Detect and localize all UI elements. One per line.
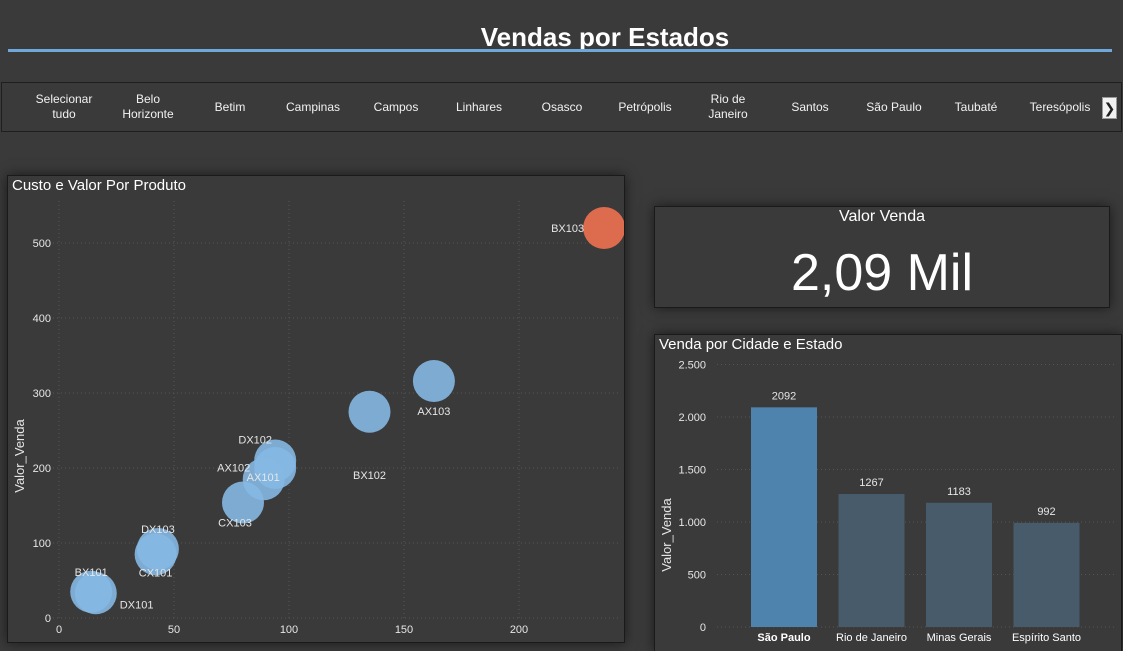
bar-rio-de-janeiro[interactable] — [838, 493, 905, 627]
bar-y-tick: 1.500 — [678, 465, 706, 477]
scatter-x-tick: 0 — [56, 624, 62, 636]
bar-y-tick: 2.500 — [678, 360, 706, 372]
chevron-right-icon[interactable]: ❯ — [1102, 97, 1117, 119]
bar-são-paulo[interactable] — [751, 407, 817, 627]
bar-minas-gerais[interactable] — [926, 502, 992, 627]
slicer-item-santos[interactable]: Santos — [777, 83, 843, 131]
bar-y-tick: 500 — [688, 570, 706, 582]
bar-category-label: Rio de Janeiro — [836, 632, 907, 644]
title-divider — [8, 49, 1112, 52]
scatter-point-label: DX103 — [141, 524, 175, 536]
scatter-x-tick: 50 — [168, 624, 180, 636]
scatter-y-tick: 200 — [33, 463, 51, 475]
bar-y-tick: 2.000 — [678, 412, 706, 424]
scatter-y-tick: 300 — [33, 388, 51, 400]
scatter-y-tick: 500 — [33, 238, 51, 250]
scatter-x-tick: 150 — [395, 624, 413, 636]
scatter-point-ax103[interactable] — [412, 360, 455, 402]
scatter-x-tick: 100 — [280, 624, 298, 636]
scatter-point-bx102[interactable] — [348, 390, 391, 433]
bar-y-tick: 0 — [700, 622, 706, 634]
scatter-point-label: DX102 — [238, 435, 272, 447]
scatter-y-tick: 0 — [45, 613, 51, 625]
bar-category-label: São Paulo — [757, 632, 810, 644]
scatter-y-tick: 400 — [33, 313, 51, 325]
slicer-item-campos[interactable]: Campos — [363, 83, 429, 131]
scatter-point-label: AX101 — [247, 472, 280, 484]
scatter-point-bx103[interactable] — [583, 207, 624, 249]
scatter-point-label: AX103 — [417, 406, 450, 418]
scatter-point-label: CX101 — [139, 567, 173, 579]
bar-data-label: 2092 — [772, 390, 796, 402]
scatter-chart: 0 100 200 300 400 500 0 50 100 150 200 Valor_Venda B… — [12, 201, 624, 636]
slicer-item-linhares[interactable]: Linhares — [445, 83, 513, 131]
slicer-item-belo-horizonte[interactable]: Belo Horizonte — [115, 83, 181, 131]
city-slicer: Selecionar tudo Belo Horizonte Betim Cam… — [1, 82, 1122, 132]
scatter-chart-panel: Custo e Valor Por Produto 0 100 200 300 400 5… — [7, 175, 625, 643]
scatter-y-axis-label: Valor_Venda — [12, 418, 27, 492]
scatter-point-label: AX102 — [217, 462, 250, 474]
bar-y-tick: 1.000 — [678, 517, 706, 529]
bar-data-label: 1267 — [859, 477, 883, 489]
scatter-y-tick: 100 — [33, 538, 51, 550]
bar-data-label: 992 — [1037, 506, 1055, 518]
scatter-point-label: CX103 — [218, 518, 252, 530]
bar-data-label: 1183 — [947, 486, 971, 498]
scatter-point-label: BX103 — [551, 223, 584, 235]
slicer-item-campinas[interactable]: Campinas — [278, 83, 348, 131]
scatter-point-label: DX101 — [120, 599, 154, 611]
slicer-item-selecionar-tudo[interactable]: Selecionar tudo — [30, 83, 98, 131]
slicer-item-rio-de-janeiro[interactable]: Rio de Janeiro — [702, 83, 754, 131]
bar-category-label: Espírito Santo — [1012, 632, 1081, 644]
kpi-value: 2,09 Mil — [790, 244, 974, 302]
kpi-label: Valor Venda — [839, 208, 925, 225]
slicer-item-petropolis[interactable]: Petrópolis — [610, 83, 680, 131]
scatter-point-label: BX102 — [353, 470, 386, 482]
slicer-item-sao-paulo[interactable]: São Paulo — [856, 83, 932, 131]
bar-y-axis-label: Valor_Venda — [659, 497, 674, 571]
bar-category-label: Minas Gerais — [927, 632, 992, 644]
scatter-x-tick: 200 — [510, 624, 528, 636]
bar-chart: 0 500 1.000 1.500 2.000 2.500 Valor_Venda 2092 S… — [659, 360, 1115, 644]
slicer-item-betim[interactable]: Betim — [202, 83, 258, 131]
slicer-item-teresopolis[interactable]: Teresópolis — [1022, 83, 1098, 131]
bar-chart-panel: Venda por Cidade e Estado 0 500 1.000 1.500… — [654, 334, 1122, 651]
scatter-point-label: BX101 — [75, 567, 108, 579]
slicer-item-osasco[interactable]: Osasco — [529, 83, 595, 131]
bar-espírito-santo[interactable] — [1013, 522, 1080, 627]
slicer-item-taubate[interactable]: Taubaté — [943, 83, 1009, 131]
kpi-card: Valor Venda 2,09 Mil — [654, 206, 1110, 308]
